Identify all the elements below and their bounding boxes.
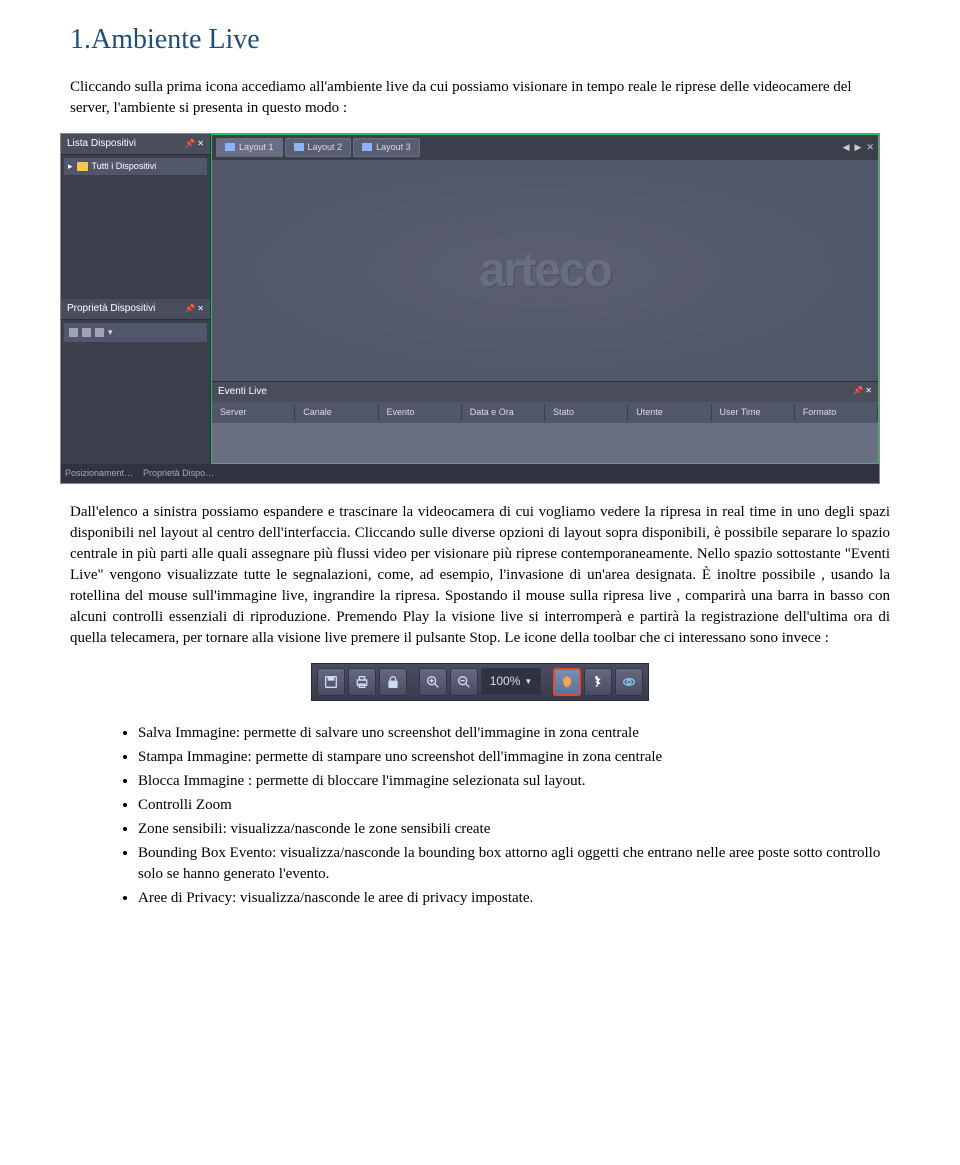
prop-icon[interactable] bbox=[82, 328, 91, 337]
bullet-item: Aree di Privacy: visualizza/nasconde le … bbox=[138, 888, 890, 909]
event-col-usertime[interactable]: User Time bbox=[712, 404, 795, 421]
event-col-formato[interactable]: Formato bbox=[795, 404, 878, 421]
events-live-title: Eventi Live bbox=[218, 385, 267, 399]
dropdown-icon: ▼ bbox=[524, 676, 532, 687]
event-col-utente[interactable]: Utente bbox=[628, 404, 711, 421]
zoom-out-button[interactable] bbox=[450, 668, 478, 696]
bottom-tab-proprieta[interactable]: Proprietà Dispo… bbox=[143, 467, 214, 480]
toolbar-description-list: Salva Immagine: permette di salvare uno … bbox=[138, 723, 890, 909]
bullet-item: Zone sensibili: visualizza/nasconde le z… bbox=[138, 819, 890, 840]
watermark-logo: arteco bbox=[479, 237, 611, 304]
device-item-label: Tutti i Dispositivi bbox=[92, 160, 157, 173]
events-columns: Server Canale Evento Data e Ora Stato Ut… bbox=[212, 402, 878, 423]
bullet-item: Stampa Immagine: permette di stampare un… bbox=[138, 747, 890, 768]
bullet-item: Salva Immagine: permette di salvare uno … bbox=[138, 723, 890, 744]
pin-icon[interactable]: 📌 bbox=[185, 304, 195, 313]
zoom-value[interactable]: 100% ▼ bbox=[481, 668, 542, 695]
device-props-panel-title[interactable]: Proprietà Dispositivi 📌✕ bbox=[61, 299, 210, 320]
zoom-in-button[interactable] bbox=[419, 668, 447, 696]
props-toolbar: ▾ bbox=[64, 323, 207, 342]
device-list-item[interactable]: ▸ Tutti i Dispositivi bbox=[64, 158, 207, 175]
event-col-evento[interactable]: Evento bbox=[379, 404, 462, 421]
toolbar-screenshot: 100% ▼ bbox=[311, 663, 650, 701]
prop-icon[interactable] bbox=[69, 328, 78, 337]
pin-icon[interactable]: 📌 bbox=[853, 386, 863, 395]
close-icon[interactable]: ✕ bbox=[197, 304, 204, 313]
tab-label: Layout 2 bbox=[308, 141, 343, 154]
expand-icon[interactable]: ▸ bbox=[68, 160, 73, 173]
bullet-item: Blocca Immagine : permette di bloccare l… bbox=[138, 771, 890, 792]
layout-tab-2[interactable]: Layout 2 bbox=[285, 138, 352, 157]
intro-paragraph: Cliccando sulla prima icona accediamo al… bbox=[70, 77, 890, 119]
lock-image-button[interactable] bbox=[379, 668, 407, 696]
prop-icon[interactable] bbox=[95, 328, 104, 337]
device-list-label: Lista Dispositivi bbox=[67, 137, 136, 151]
pin-icon[interactable]: 📌 bbox=[185, 139, 195, 148]
layout-tab-3[interactable]: Layout 3 bbox=[353, 138, 420, 157]
event-col-stato[interactable]: Stato bbox=[545, 404, 628, 421]
event-col-server[interactable]: Server bbox=[212, 404, 295, 421]
events-body bbox=[212, 423, 878, 463]
sensitive-zones-button[interactable] bbox=[553, 668, 581, 696]
close-icon[interactable]: ✕ bbox=[865, 386, 872, 395]
live-environment-screenshot: Lista Dispositivi 📌✕ ▸ Tutti i Dispositi… bbox=[60, 133, 880, 484]
event-col-data[interactable]: Data e Ora bbox=[462, 404, 545, 421]
page-title: 1.Ambiente Live bbox=[70, 20, 890, 59]
device-list-panel-title[interactable]: Lista Dispositivi 📌✕ bbox=[61, 134, 210, 155]
event-col-canale[interactable]: Canale bbox=[295, 404, 378, 421]
bottom-tab-posizionamento[interactable]: Posizionament… bbox=[65, 467, 133, 480]
middle-paragraph: Dall'elenco a sinistra possiamo espander… bbox=[70, 502, 890, 649]
device-props-label: Proprietà Dispositivi bbox=[67, 302, 155, 316]
print-image-button[interactable] bbox=[348, 668, 376, 696]
tab-label: Layout 3 bbox=[376, 141, 411, 154]
zoom-percent-label: 100% bbox=[490, 673, 521, 690]
folder-icon bbox=[77, 162, 88, 171]
layout-icon bbox=[225, 143, 235, 151]
bullet-item: Controlli Zoom bbox=[138, 795, 890, 816]
privacy-areas-button[interactable] bbox=[615, 668, 643, 696]
tab-nav-arrows[interactable]: ◀▶✕ bbox=[843, 141, 874, 154]
tab-label: Layout 1 bbox=[239, 141, 274, 154]
save-image-button[interactable] bbox=[317, 668, 345, 696]
layout-tab-1[interactable]: Layout 1 bbox=[216, 138, 283, 157]
bounding-box-button[interactable] bbox=[584, 668, 612, 696]
layout-icon bbox=[362, 143, 372, 151]
layout-icon bbox=[294, 143, 304, 151]
bullet-item: Bounding Box Evento: visualizza/nasconde… bbox=[138, 843, 890, 885]
close-icon[interactable]: ✕ bbox=[197, 139, 204, 148]
